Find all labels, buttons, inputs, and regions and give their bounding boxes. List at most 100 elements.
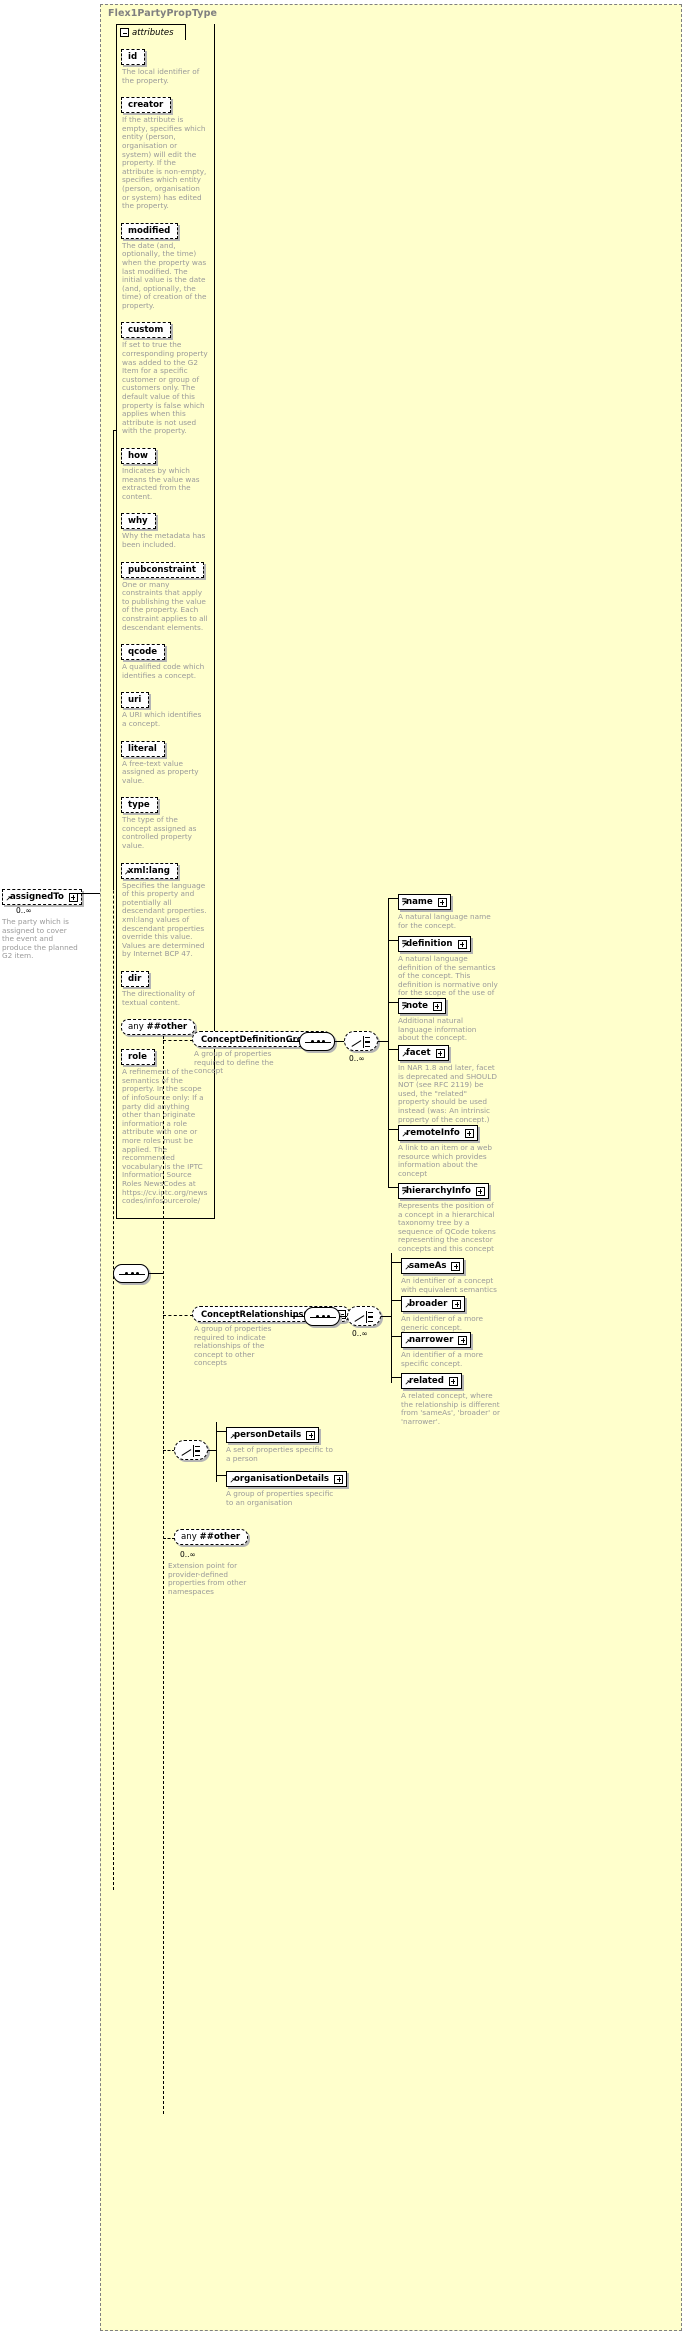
element-sameas[interactable]: ↗ sameAs — [401, 1258, 465, 1274]
expand-icon-remoteinfo[interactable] — [464, 1128, 474, 1138]
element-label: narrower — [409, 1335, 454, 1345]
attribute-literal[interactable]: literal — [121, 740, 165, 757]
attribute-type[interactable]: type — [121, 797, 158, 814]
attribute-pubconstraint[interactable]: pubconstraint — [121, 561, 204, 578]
desc-conceptrelationshipsgroup: A group of properties required to indica… — [194, 1324, 272, 1368]
attribute-label: how — [128, 451, 148, 461]
attributes-tab[interactable]: attributes — [116, 24, 186, 40]
connector-line — [391, 1377, 401, 1378]
element-assignedto[interactable]: ↗ assignedTo — [2, 889, 82, 905]
sequence-compositor-definition[interactable] — [299, 1032, 335, 1051]
expand-icon-name[interactable] — [437, 897, 447, 907]
attribute-description: Indicates by which means the value was e… — [122, 466, 200, 501]
connector-line — [391, 1262, 401, 1263]
attribute-description: If set to true the corresponding propert… — [122, 340, 208, 436]
attribute-role[interactable]: role — [121, 1049, 155, 1066]
element-related[interactable]: ↗ related — [401, 1373, 462, 1389]
expand-icon-related[interactable] — [448, 1376, 458, 1386]
element-description: Additional natural language information … — [398, 1016, 477, 1043]
attribute-any---other[interactable]: any ##other — [121, 1019, 196, 1036]
extension-other-label: ##other — [199, 1532, 241, 1542]
attribute-item: creator If the attribute is empty, specif… — [121, 92, 211, 211]
branch-spine-line — [388, 898, 389, 1187]
attribute-xml-lang[interactable]: ↗ xml:lang — [121, 862, 178, 879]
element-label: hierarchyInfo — [406, 1186, 471, 1196]
attribute-item: custom If set to true the corresponding p… — [121, 317, 211, 436]
choice-compositor-details[interactable] — [174, 1440, 210, 1460]
element-label: sameAs — [409, 1261, 447, 1271]
attribute-modified[interactable]: modified — [121, 222, 179, 239]
connector-line — [388, 1129, 398, 1130]
connector-line — [216, 1431, 226, 1432]
attribute-uri[interactable]: uri — [121, 692, 150, 709]
attribute-label: qcode — [128, 647, 158, 658]
connector-line — [388, 898, 398, 899]
attribute-item: how Indicates by which means the value wa… — [121, 443, 211, 501]
choice-compositor-relationships[interactable] — [347, 1306, 383, 1326]
element-description: Represents the position of a concept in … — [398, 1201, 496, 1253]
xsd-diagram-canvas: Flex1PartyPropType attributes id The loca… — [0, 0, 686, 2343]
element-note[interactable]: ≡ ↗ note — [398, 998, 446, 1014]
expand-icon-organisationdetails[interactable] — [334, 1474, 344, 1484]
connector-assignedto — [74, 893, 100, 894]
element-definition[interactable]: ≡ ↗ definition — [398, 936, 471, 952]
attribute-id[interactable]: id — [121, 49, 146, 65]
expand-icon-definition[interactable] — [457, 939, 467, 949]
attribute-description: A free-text value assigned as property v… — [122, 758, 199, 785]
choice-compositor-definition[interactable] — [344, 1031, 380, 1051]
element-narrower[interactable]: ↗ narrower — [401, 1332, 472, 1348]
element-organisationdetails[interactable]: ↗ organisationDetails — [226, 1471, 348, 1487]
attribute-label: xml:lang — [128, 865, 170, 876]
expand-icon-sameas[interactable] — [451, 1261, 461, 1271]
attribute-item: pubconstraint One or many constraints tha… — [121, 557, 211, 633]
element-hierarchyinfo[interactable]: ≡ ↗ hierarchyInfo — [398, 1183, 489, 1199]
attribute-qcode[interactable]: qcode — [121, 644, 166, 661]
element-node: ↗ broader An identifier of a more generic … — [401, 1291, 521, 1332]
attribute-arrow-icon: ↗ — [401, 899, 408, 908]
attribute-custom[interactable]: custom — [121, 322, 172, 339]
element-assignedto-label: assignedTo — [10, 892, 64, 902]
element-remoteinfo[interactable]: ↗ remoteInfo — [398, 1125, 478, 1141]
attribute-arrow-icon: ↗ — [404, 1301, 411, 1310]
attribute-label: literal — [128, 743, 157, 754]
element-label: facet — [406, 1048, 431, 1058]
attribute-creator[interactable]: creator — [121, 97, 172, 114]
sequence-compositor-main[interactable] — [113, 1264, 149, 1283]
element-name[interactable]: ≡ ↗ name — [398, 894, 451, 910]
extension-any-other[interactable]: any ##other — [174, 1529, 249, 1545]
spine-attributes — [113, 430, 114, 890]
element-description: A related concept, where the relationshi… — [401, 1391, 500, 1426]
element-node: ↗ narrower An identifier of a more specifi… — [401, 1327, 521, 1368]
expand-icon-hierarchyinfo[interactable] — [475, 1186, 485, 1196]
element-node: ↗ remoteInfo A link to an item or a web re… — [398, 1120, 518, 1178]
attribute-label: creator — [128, 100, 164, 111]
attribute-arrow-icon: ↗ — [401, 1188, 408, 1197]
attribute-arrow-icon: ↗ — [124, 868, 130, 877]
attribute-label: uri — [128, 695, 142, 706]
sequence-compositor-relationships[interactable] — [304, 1307, 340, 1326]
connector-details-right — [208, 1450, 216, 1451]
attribute-why[interactable]: why — [121, 513, 156, 530]
element-facet[interactable]: ↗ facet — [398, 1045, 449, 1061]
desc-any-other: Extension point for provider-defined pro… — [168, 1561, 247, 1596]
attribute-arrow-icon: ↗ — [229, 1432, 236, 1441]
expand-icon-persondetails[interactable] — [306, 1430, 316, 1440]
type-title: Flex1PartyPropType — [108, 8, 218, 19]
expand-icon-facet[interactable] — [435, 1048, 445, 1058]
connector-conceptdefinitiongroup — [163, 1040, 193, 1041]
expand-icon-narrower[interactable] — [458, 1335, 468, 1345]
connector-main-seq-right — [149, 1273, 163, 1274]
expand-icon-note[interactable] — [432, 1001, 442, 1011]
expand-icon-broader[interactable] — [452, 1299, 462, 1309]
connector-line — [216, 1475, 226, 1476]
attribute-description: The local identifier of the property. — [122, 67, 200, 85]
attribute-dir[interactable]: dir — [121, 971, 150, 987]
element-persondetails[interactable]: ↗ personDetails — [226, 1427, 320, 1443]
element-broader[interactable]: ↗ broader — [401, 1296, 466, 1312]
element-assignedto-wrapper: ↗ assignedTo 0..∞ The party which is ass… — [2, 884, 82, 961]
element-label: definition — [406, 939, 453, 949]
element-label: name — [406, 897, 433, 907]
collapse-icon-attributes[interactable] — [120, 28, 129, 37]
attributes-label: attributes — [132, 27, 174, 38]
attribute-how[interactable]: how — [121, 448, 156, 464]
